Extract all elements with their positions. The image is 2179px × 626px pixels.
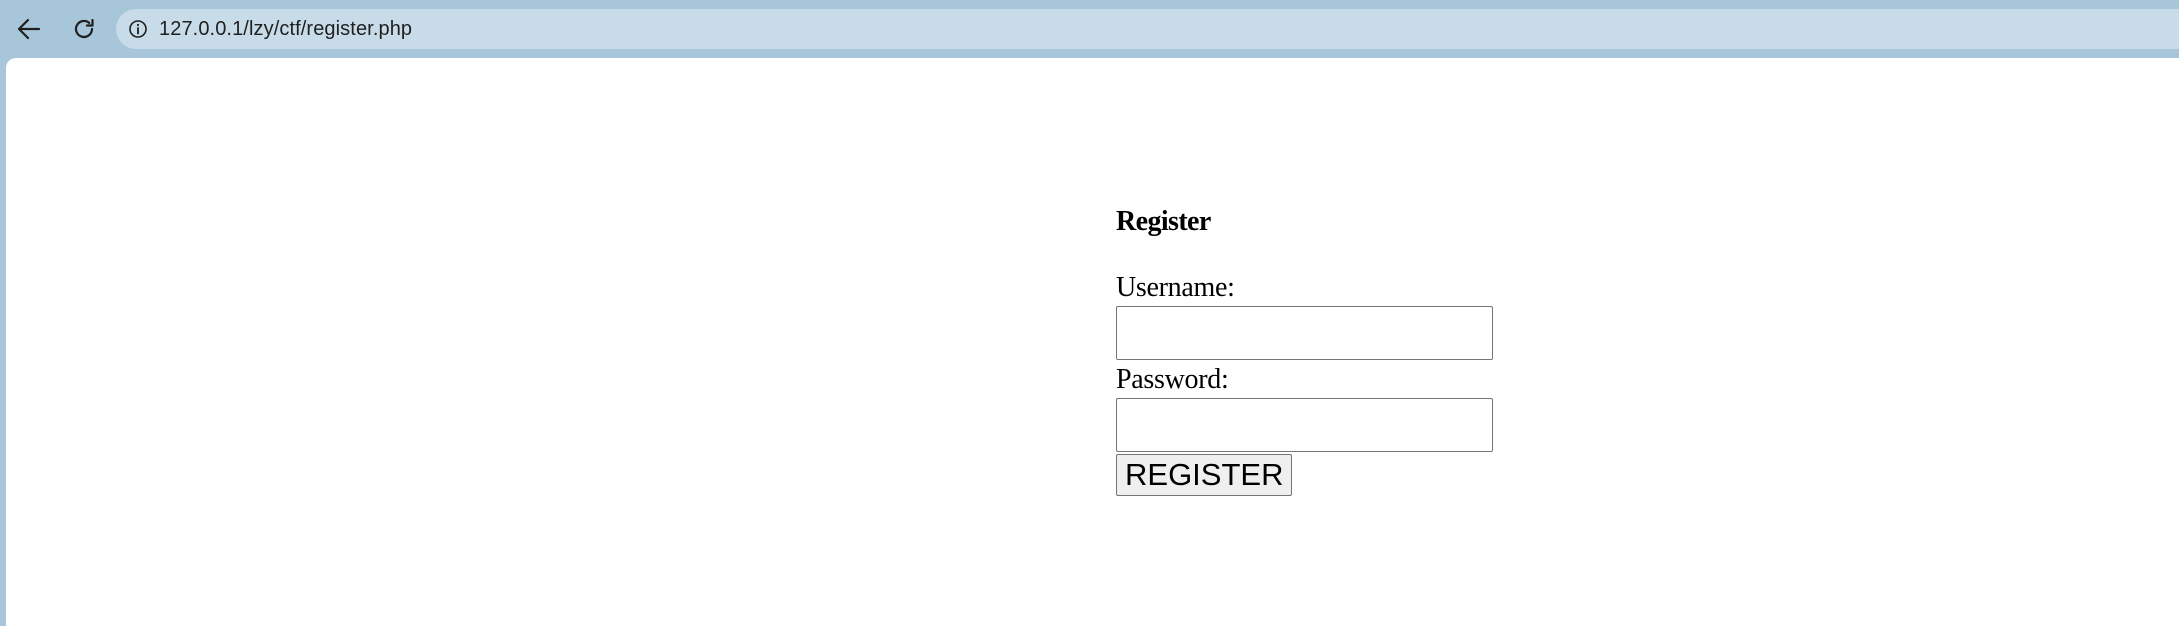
password-label: Password: <box>1116 364 1229 395</box>
reload-button[interactable] <box>64 9 104 49</box>
page-title: Register <box>1116 206 1211 237</box>
register-button[interactable]: REGISTER <box>1116 454 1293 496</box>
browser-toolbar: 127.0.0.1/lzy/ctf/register.php <box>0 0 2179 58</box>
username-label: Username: <box>1116 272 1235 303</box>
address-bar[interactable]: 127.0.0.1/lzy/ctf/register.php <box>116 9 2179 49</box>
url-text[interactable]: 127.0.0.1/lzy/ctf/register.php <box>159 18 412 41</box>
back-button[interactable] <box>9 9 49 49</box>
arrow-left-icon <box>17 18 41 40</box>
register-form: Register Username: Password: REGISTER <box>1116 208 1516 496</box>
password-field[interactable] <box>1116 398 1493 452</box>
info-circle-icon[interactable] <box>127 18 149 40</box>
username-field[interactable] <box>1116 306 1493 360</box>
page-viewport: Register Username: Password: REGISTER <box>6 58 2179 626</box>
reload-icon <box>74 18 94 38</box>
